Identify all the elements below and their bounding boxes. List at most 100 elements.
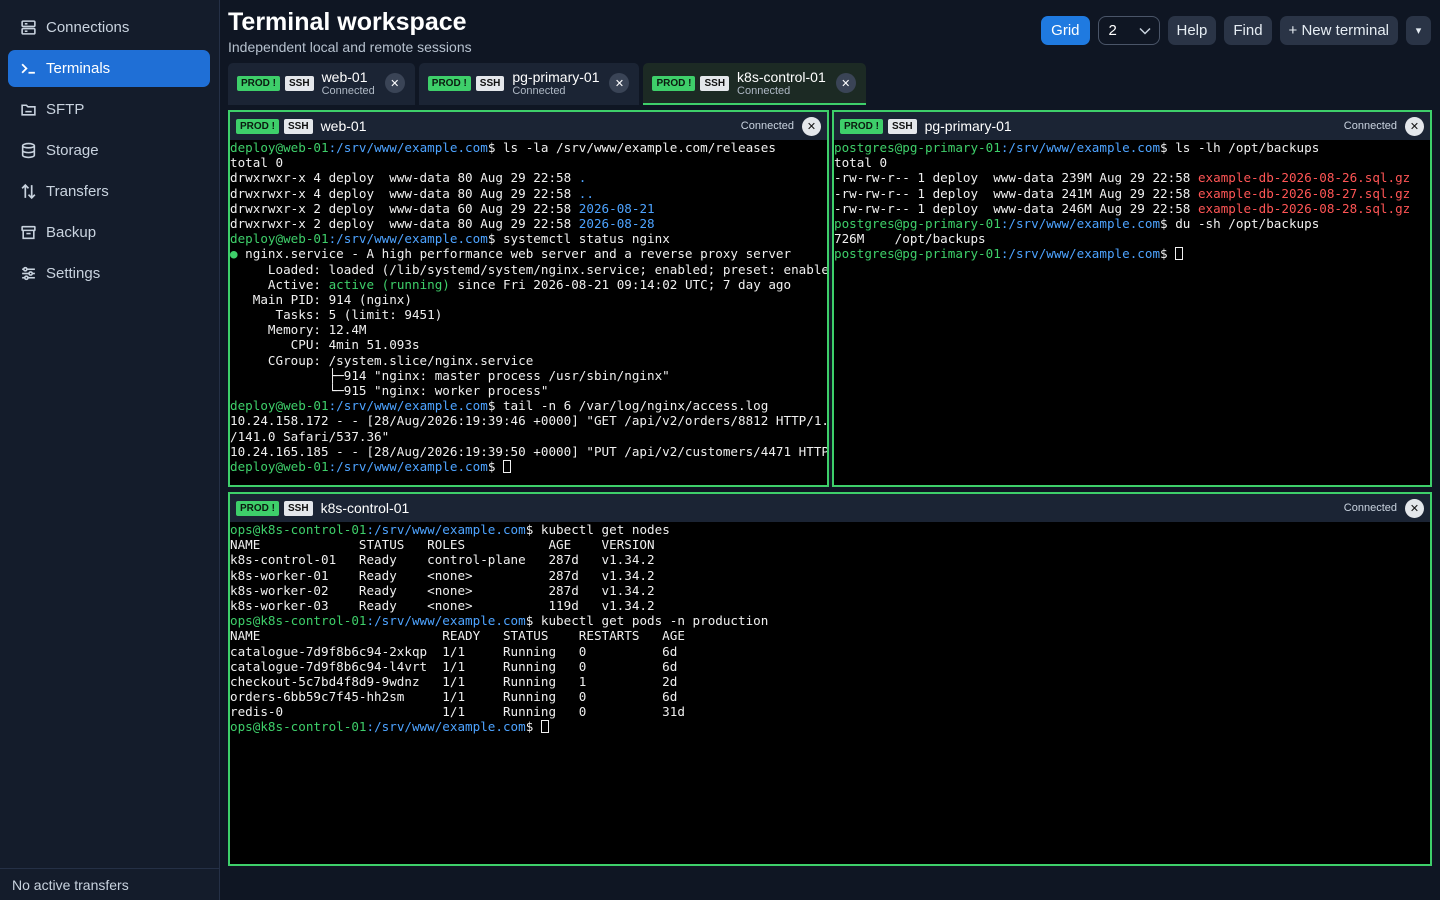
pane-title: pg-primary-01 <box>924 118 1012 134</box>
output-text: 726M /opt/backups <box>834 231 986 247</box>
terminal-line: drwxrwxr-x 2 deploy www-data 60 Aug 29 2… <box>230 201 827 216</box>
terminal-line: -rw-rw-r-- 1 deploy www-data 246M Aug 29… <box>834 201 1430 216</box>
terminal-pane-pg-primary-01[interactable]: PROD ! SSH pg-primary-01 Connected ✕ pos… <box>832 110 1432 487</box>
close-icon[interactable]: ✕ <box>1405 116 1424 136</box>
terminal-line: Active: active (running) since Fri 2026-… <box>230 277 827 292</box>
terminal-line: ops@k8s-control-01:/srv/www/example.com$ <box>230 719 1430 734</box>
sidebar-item-terminals[interactable]: Terminals <box>8 50 210 87</box>
pane-header: PROD ! SSH pg-primary-01 Connected ✕ <box>834 112 1430 140</box>
prod-badge: PROD ! <box>840 118 883 134</box>
sidebar-item-backup[interactable]: Backup <box>8 214 210 251</box>
terminal-output[interactable]: deploy@web-01:/srv/www/example.com$ ls -… <box>230 140 827 474</box>
prompt-path: .. <box>578 185 594 201</box>
sidebar-item-label: Backup <box>46 224 97 241</box>
terminal-line: orders-6bb59c7f45-hh2sm 1/1 Running 0 6d <box>230 689 1430 704</box>
prompt-user: postgres@pg-primary-01 <box>834 140 1001 155</box>
toolbar: Grid 2 Help Find + New terminal ▾ <box>1041 16 1431 45</box>
sidebar-item-label: SFTP <box>46 101 85 118</box>
output-text: checkout-5c7bd4f8d9-9wdnz 1/1 Running 1 … <box>230 673 678 689</box>
sidebar-item-transfers[interactable]: Transfers <box>8 173 210 210</box>
sidebar: Connections Terminals SFTP Storage Trans… <box>0 0 220 900</box>
output-text: orders-6bb59c7f45-hh2sm 1/1 Running 0 6d <box>230 689 678 705</box>
tab-k8s-control-01[interactable]: PROD ! SSH k8s-control-01 Connected ✕ <box>643 63 866 105</box>
terminal-pane-web-01[interactable]: PROD ! SSH web-01 Connected ✕ deploy@web… <box>228 110 829 487</box>
terminal-line: -rw-rw-r-- 1 deploy www-data 239M Aug 29… <box>834 170 1430 185</box>
output-text: catalogue-7d9f8b6c94-2xkqp 1/1 Running 0… <box>230 643 678 659</box>
grid-button[interactable]: Grid <box>1041 16 1090 45</box>
output-text: $ kubectl get pods -n production <box>525 613 769 629</box>
terminal-output[interactable]: postgres@pg-primary-01 :/srv/www/example.… <box>834 140 1430 262</box>
terminal-line: -rw-rw-r-- 1 deploy www-data 241M Aug 29… <box>834 186 1430 201</box>
file-name: example-db-2026-08-28.sql.gz <box>1197 200 1411 216</box>
transfer-arrows-icon <box>19 183 37 201</box>
columns-select[interactable]: 2 <box>1097 16 1160 45</box>
prod-badge: PROD ! <box>236 118 279 134</box>
pane-header: PROD ! SSH k8s-control-01 Connected ✕ <box>230 494 1430 522</box>
prod-badge: PROD ! <box>427 75 471 91</box>
prompt-path: :/srv/www/example.com <box>328 140 488 155</box>
terminal-pane-k8s-control-01[interactable]: PROD ! SSH k8s-control-01 Connected ✕ op… <box>228 492 1432 866</box>
terminal-line: k8s-worker-02 Ready <none> 287d v1.34.2 <box>230 583 1430 598</box>
terminal-icon <box>19 60 37 78</box>
close-icon[interactable]: ✕ <box>835 73 856 93</box>
terminal-line: ops@k8s-control-01:/srv/www/example.com$… <box>230 522 1430 537</box>
sidebar-item-sftp[interactable]: SFTP <box>8 91 210 128</box>
terminal-line: postgres@pg-primary-01:/srv/www/example.… <box>834 140 1430 155</box>
prompt-user: deploy@web-01 <box>230 140 329 155</box>
server-icon <box>19 19 37 37</box>
close-icon[interactable]: ✕ <box>609 73 630 93</box>
output-text: Tasks: 5 (limit: 9451) <box>230 307 443 323</box>
terminal-line: k8s-worker-01 Ready <none> 287d v1.34.2 <box>230 568 1430 583</box>
sidebar-item-connections[interactable]: Connections <box>8 9 210 46</box>
tab-web-01[interactable]: PROD ! SSH web-01 Connected ✕ <box>228 63 415 105</box>
output-text: total 0 <box>834 155 888 171</box>
new-terminal-button[interactable]: + New terminal <box>1279 16 1398 45</box>
file-name: example-db-2026-08-27.sql.gz <box>1197 185 1411 201</box>
pane-header: PROD ! SSH web-01 Connected ✕ <box>230 112 827 140</box>
prod-badge: PROD ! <box>237 75 280 91</box>
output-text: total 0 <box>230 155 284 171</box>
sidebar-item-label: Connections <box>46 19 130 36</box>
terminal-line: ├─914 "nginx: master process /usr/sbin/n… <box>230 368 827 383</box>
sidebar-item-label: Terminals <box>46 60 111 77</box>
close-icon[interactable]: ✕ <box>1405 498 1424 518</box>
output-text: $ tail -n 6 /var/log/nginx/access.log <box>487 398 769 414</box>
sidebar-item-settings[interactable]: Settings <box>8 255 210 292</box>
prompt-user: postgres@pg-primary-01 <box>834 246 1001 262</box>
output-text: $ du -sh /opt/backups <box>1160 215 1320 231</box>
sidebar-item-storage[interactable]: Storage <box>8 132 210 169</box>
output-text: $ <box>487 458 503 474</box>
sliders-icon <box>19 265 37 283</box>
pane-title: web-01 <box>320 118 367 134</box>
terminal-line: k8s-worker-03 Ready <none> 119d v1.34.2 <box>230 598 1430 613</box>
terminal-output[interactable]: ops@k8s-control-01:/srv/www/example.com$… <box>230 522 1430 735</box>
output-text: drwxrwxr-x 4 deploy www-data 80 Aug 29 2… <box>230 170 579 186</box>
terminal-line: deploy@web-01:/srv/www/example.com$ <box>230 459 827 474</box>
prompt-path: :/srv/www/example.com <box>366 613 526 629</box>
tab-name: web-01 <box>321 68 368 85</box>
help-button[interactable]: Help <box>1167 16 1217 45</box>
find-button[interactable]: Find <box>1224 16 1272 45</box>
close-icon[interactable]: ✕ <box>384 73 405 93</box>
prompt-user: ops@k8s-control-01 <box>230 522 367 537</box>
output-text: NAME READY STATUS RESTARTS AGE <box>230 628 685 644</box>
columns-value: 2 <box>1108 22 1117 39</box>
more-menu-button[interactable]: ▾ <box>1406 16 1431 45</box>
output-text: Active: <box>230 276 329 292</box>
output-text: drwxrwxr-x 2 deploy www-data 60 Aug 29 2… <box>230 200 579 216</box>
pane-status: Connected <box>1343 502 1397 514</box>
terminal-line: drwxrwxr-x 2 deploy www-data 80 Aug 29 2… <box>230 216 827 231</box>
prompt-path: :/srv/www/example.com <box>1000 215 1161 231</box>
archive-icon <box>19 224 37 242</box>
output-text: -rw-rw-r-- 1 deploy www-data 239M Aug 29… <box>834 170 1198 186</box>
terminal-line: ops@k8s-control-01:/srv/www/example.com$… <box>230 613 1430 628</box>
terminal-cursor <box>540 720 549 734</box>
tab-label: pg-primary-01 Connected <box>512 70 599 97</box>
terminal-line: deploy@web-01:/srv/www/example.com$ syst… <box>230 231 827 246</box>
output-text: -rw-rw-r-- 1 deploy www-data 246M Aug 29… <box>834 200 1198 216</box>
prompt-path: 2026-08-21 <box>578 200 655 216</box>
prompt-user: deploy@web-01 <box>230 231 329 247</box>
prompt-user: deploy@web-01 <box>230 458 329 474</box>
tab-pg-primary-01[interactable]: PROD ! SSH pg-primary-01 Connected ✕ <box>418 63 640 105</box>
close-icon[interactable]: ✕ <box>802 116 821 136</box>
